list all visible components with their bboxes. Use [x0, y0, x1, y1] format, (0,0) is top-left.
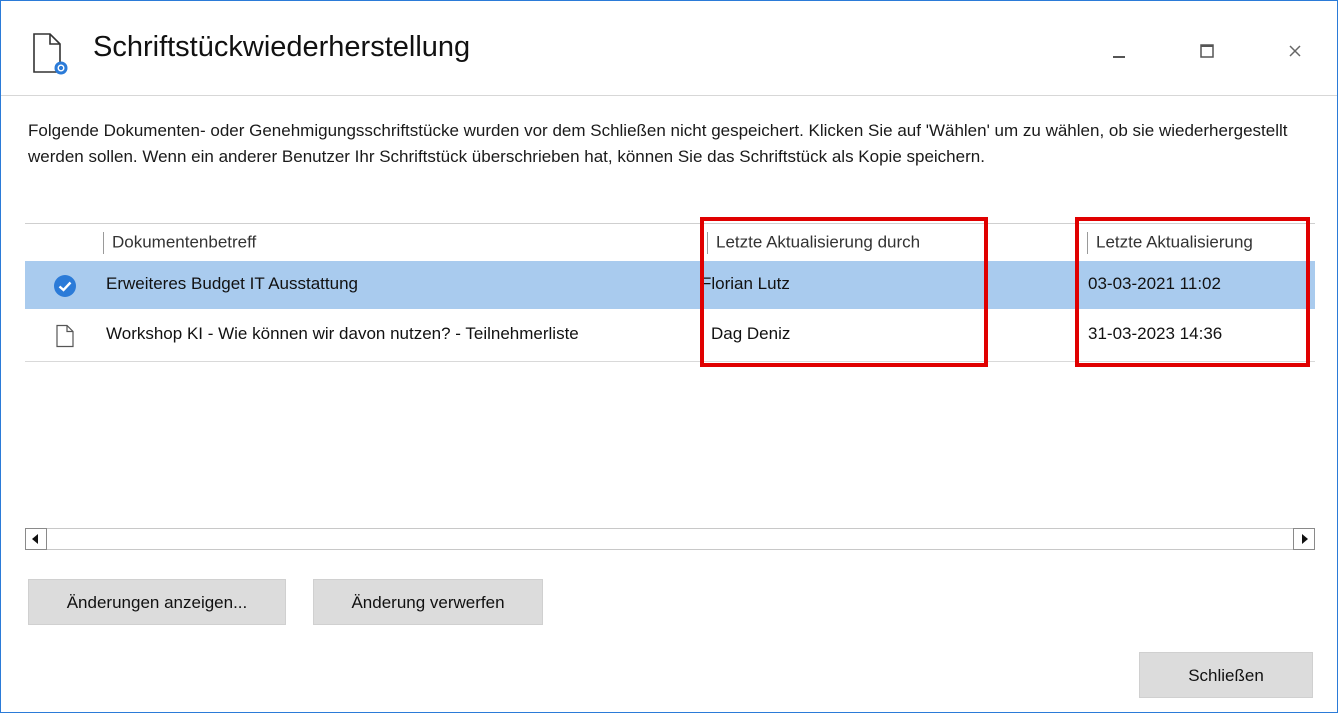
column-header-subject-label: Dokumentenbetreff	[112, 232, 257, 252]
arrow-right-icon	[1302, 534, 1308, 544]
arrow-left-icon	[32, 534, 38, 544]
scrollbar-track[interactable]	[25, 528, 1315, 550]
highlight-box-updated-at	[1075, 217, 1310, 367]
check-circle-icon	[53, 274, 77, 298]
row-subject: Workshop KI - Wie können wir davon nutze…	[106, 324, 579, 343]
maximize-icon	[1200, 44, 1214, 58]
minimize-icon	[1113, 56, 1125, 58]
window-title: Schriftstückwiederherstellung	[93, 31, 471, 63]
column-header-subject[interactable]: Dokumentenbetreff	[103, 232, 256, 254]
scroll-left-button[interactable]	[25, 528, 47, 550]
show-changes-button[interactable]: Änderungen anzeigen...	[28, 579, 286, 625]
horizontal-scrollbar[interactable]	[25, 528, 1315, 550]
highlight-box-updated-by	[700, 217, 988, 367]
minimize-button[interactable]	[1099, 31, 1139, 71]
document-recovery-icon	[32, 32, 70, 76]
intro-text: Folgende Dokumenten- oder Genehmigungssc…	[28, 121, 1288, 166]
maximize-button[interactable]	[1187, 31, 1227, 71]
document-recovery-dialog: Schriftstückwiederherstellung Folgende D…	[0, 0, 1338, 713]
close-window-button[interactable]	[1275, 31, 1315, 71]
title-bar: Schriftstückwiederherstellung	[1, 1, 1337, 95]
scroll-right-button[interactable]	[1293, 528, 1315, 550]
row-subject: Erweiteres Budget IT Ausstattung	[106, 274, 358, 293]
discard-change-button[interactable]: Änderung verwerfen	[313, 579, 543, 625]
column-separator[interactable]	[103, 232, 104, 254]
title-divider	[1, 95, 1337, 96]
close-icon	[1289, 45, 1301, 57]
close-button[interactable]: Schließen	[1139, 652, 1313, 698]
document-icon	[53, 324, 77, 348]
